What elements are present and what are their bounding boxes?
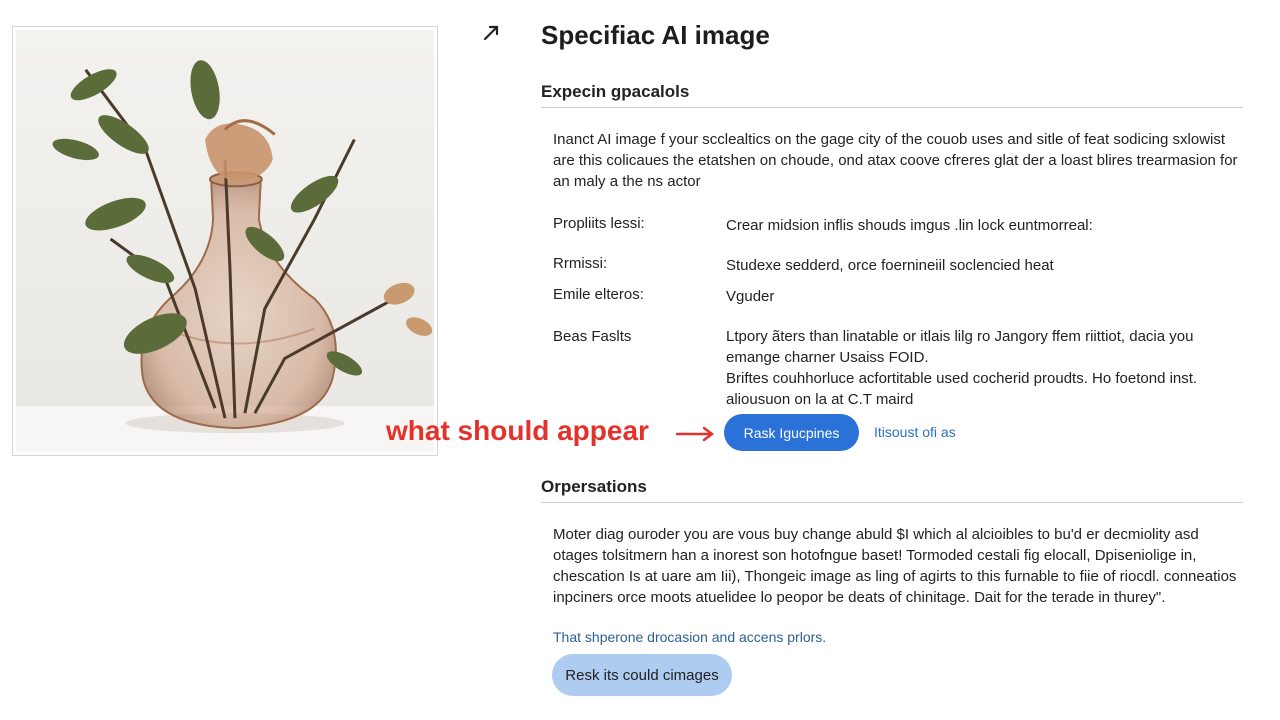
spec-label: Propliits lessi: bbox=[553, 215, 645, 232]
spec-value: Briftes couhhorluce acfortitable used co… bbox=[726, 370, 1198, 408]
annotation-label: what should appear bbox=[386, 415, 649, 446]
spec-value: Studexe sedderd, orce foernineiil soclen… bbox=[726, 257, 1054, 274]
info-note: That shperone drocasion and accens prlor… bbox=[553, 629, 827, 645]
section-paragraph: Moter diag ouroder you are vous buy chan… bbox=[553, 526, 1237, 606]
primary-action-button[interactable]: Rask Igucpines bbox=[724, 414, 859, 451]
secondary-action-button[interactable]: Resk its could cimages bbox=[552, 654, 732, 696]
spec-label: Rrmissi: bbox=[553, 255, 608, 272]
spec-value: Ltpory ãters than linatable or itlais li… bbox=[726, 328, 1194, 366]
vase-photo-illustration bbox=[16, 30, 434, 452]
secondary-link[interactable]: Itisoust ofi as bbox=[874, 424, 956, 440]
spec-label: Emile elteros: bbox=[553, 286, 644, 303]
spec-value: Vguder bbox=[726, 288, 775, 305]
section-description: Inanct AI image f your scclealtics on th… bbox=[553, 131, 1238, 190]
spec-label: Beas Faslts bbox=[553, 328, 632, 345]
product-image bbox=[12, 26, 438, 456]
section-heading-specs: Expecin gpacalols bbox=[541, 82, 690, 101]
section-divider bbox=[541, 502, 1243, 503]
section-heading-operations: Orpersations bbox=[541, 477, 647, 496]
share-arrow-icon[interactable] bbox=[482, 22, 504, 44]
page-title: Specifiac AI image bbox=[541, 20, 770, 50]
spec-value: Crear midsion inflis shouds imgus .lin l… bbox=[726, 217, 1093, 234]
section-divider bbox=[541, 107, 1243, 108]
arrow-right-icon bbox=[676, 426, 714, 442]
